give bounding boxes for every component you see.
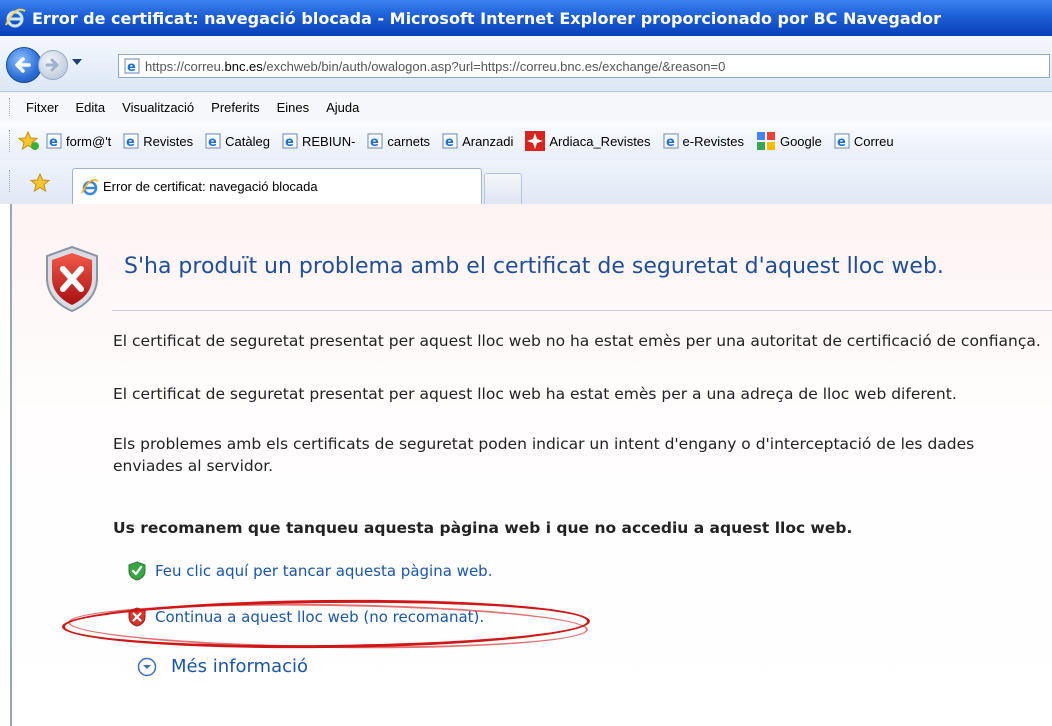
toolbar-grip[interactable]: [9, 130, 12, 152]
url-input[interactable]: e https://correu. bnc.es/exchweb/bin/auth…: [118, 54, 1050, 78]
favorite-link[interactable]: e Correu: [834, 133, 894, 149]
menu-view[interactable]: Visualització: [122, 100, 194, 115]
toolbar-grip[interactable]: [9, 170, 12, 192]
add-favorite-star-icon[interactable]: [18, 131, 40, 151]
tab-label: Error de certificat: navegació blocada: [103, 179, 318, 194]
favorite-link[interactable]: e REBIUN-: [282, 133, 355, 149]
more-info-label: Més informació: [171, 656, 309, 677]
ie-page-icon: e: [205, 133, 221, 149]
page-content: S'ha produït un problema amb el certific…: [10, 204, 1052, 726]
ardiaca-icon: [525, 131, 546, 151]
toolbar-grip[interactable]: [9, 98, 12, 116]
new-tab-button[interactable]: [484, 173, 522, 204]
window-title-bar: Error de certificat: navegació blocada -…: [0, 0, 1052, 36]
favorite-label: e-Revistes: [682, 133, 744, 149]
shield-check-icon: [128, 561, 146, 581]
svg-text:e: e: [445, 135, 454, 149]
page-title: S'ha produït un problema amb el certific…: [124, 254, 944, 279]
close-page-link-label: Feu clic aquí per tancar aquesta pàgina …: [155, 562, 493, 580]
svg-text:e: e: [127, 60, 136, 74]
forward-arrow-icon: [45, 58, 59, 72]
window-title: Error de certificat: navegació blocada -…: [32, 8, 941, 28]
menu-file[interactable]: Fitxer: [26, 100, 59, 115]
svg-text:e: e: [285, 135, 294, 149]
svg-text:e: e: [370, 135, 379, 149]
favorite-label: REBIUN-: [301, 133, 356, 149]
favorite-label: Revistes: [143, 133, 194, 149]
tab-active[interactable]: Error de certificat: navegació blocada: [72, 168, 482, 204]
certificate-issue-address: El certificat de seguretat presentat per…: [113, 385, 957, 403]
menu-favorites[interactable]: Preferits: [211, 100, 259, 115]
svg-text:e: e: [49, 135, 58, 149]
ie-page-icon: e: [367, 133, 383, 149]
favorite-label: Ardiaca_Revistes: [549, 133, 651, 149]
svg-text:e: e: [666, 135, 675, 149]
tab-bar: Error de certificat: navegació blocada: [0, 160, 1052, 205]
ie-logo-icon: [81, 178, 99, 195]
url-suffix: /exchweb/bin/auth/owalogon.asp?url=https…: [262, 58, 726, 74]
favorite-link[interactable]: e Revistes: [123, 133, 193, 149]
favorite-label: carnets: [387, 133, 431, 149]
url-host: bnc.es: [224, 58, 263, 74]
svg-text:e: e: [208, 135, 217, 149]
back-button[interactable]: [6, 47, 42, 83]
menu-tools[interactable]: Eines: [277, 100, 310, 115]
menu-help[interactable]: Ajuda: [326, 100, 359, 115]
divider: [112, 310, 1052, 311]
favorites-bar: e form@'t e Revistes e Catàleg e REBIUN- e ca…: [0, 122, 1052, 161]
favorite-link[interactable]: Ardiaca_Revistes: [525, 131, 651, 151]
favorite-link[interactable]: e carnets: [367, 133, 430, 149]
security-shield-error-icon: [46, 245, 98, 313]
back-arrow-icon: [15, 57, 31, 73]
favorite-label: form@'t: [66, 133, 112, 149]
favorite-label: Google: [779, 133, 822, 149]
ie-page-icon: e: [834, 133, 850, 149]
ie-page-icon: e: [663, 133, 679, 149]
ie-logo-icon: [5, 8, 26, 28]
favorite-label: Catàleg: [225, 133, 270, 149]
address-toolbar: e https://correu. bnc.es/exchweb/bin/auth…: [0, 36, 1052, 92]
ie-page-icon: e: [123, 133, 139, 149]
recommendation-text: Us recomanem que tanqueu aquesta pàgina …: [113, 519, 853, 537]
ie-page-icon: e: [124, 58, 140, 74]
google-icon: [756, 132, 775, 150]
favorite-label: Aranzadi: [462, 133, 514, 149]
svg-text:e: e: [126, 135, 135, 149]
menu-edit[interactable]: Edita: [76, 100, 106, 115]
ie-page-icon: e: [46, 133, 62, 149]
more-info-toggle[interactable]: Més informació: [137, 656, 308, 677]
svg-text:e: e: [837, 135, 846, 149]
favorite-label: Correu: [853, 133, 894, 149]
favorites-center-star-icon[interactable]: [30, 173, 50, 193]
favorite-link[interactable]: e Catàleg: [205, 133, 270, 149]
security-warning-text: Els problemes amb els certificats de seg…: [113, 435, 975, 475]
close-page-link[interactable]: Feu clic aquí per tancar aquesta pàgina …: [128, 561, 492, 581]
forward-button[interactable]: [38, 50, 68, 80]
certificate-issue-trust: El certificat de seguretat presentat per…: [113, 332, 1041, 350]
url-prefix: https://correu.: [145, 58, 225, 74]
favorite-link[interactable]: e e-Revistes: [663, 133, 744, 149]
window-left-edge: [0, 204, 10, 726]
history-dropdown-icon[interactable]: [72, 59, 82, 65]
ie-page-icon: e: [282, 133, 298, 149]
favorite-link[interactable]: e form@'t: [46, 133, 111, 149]
favorite-link[interactable]: Google: [756, 131, 822, 151]
menu-bar: Fitxer Edita Visualització Preferits Ein…: [0, 92, 1052, 123]
favorite-link[interactable]: e Aranzadi: [442, 133, 513, 149]
chevron-down-circle-icon: [137, 657, 157, 676]
ie-page-icon: e: [442, 133, 458, 149]
